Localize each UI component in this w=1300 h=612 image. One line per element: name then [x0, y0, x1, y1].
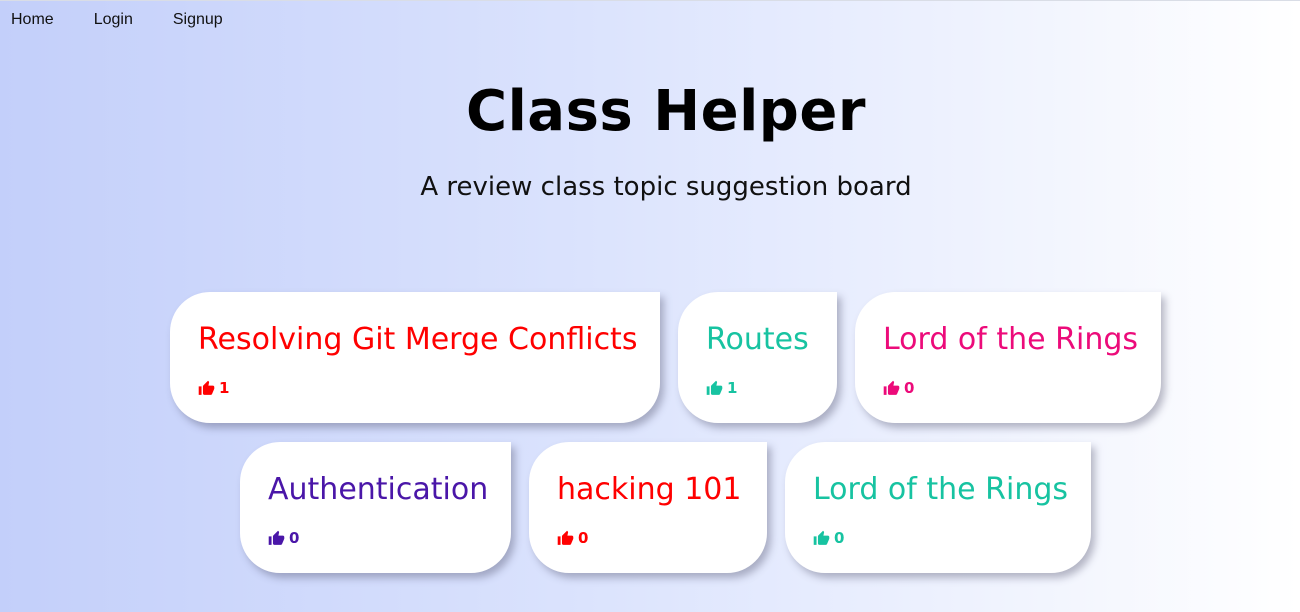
nav-login-link[interactable]: Login: [94, 11, 133, 29]
thumbs-up-icon[interactable]: [813, 530, 830, 547]
topic-title: Lord of the Rings: [813, 472, 1069, 507]
nav-home-link[interactable]: Home: [11, 11, 54, 29]
topic-card[interactable]: Routes 1: [678, 292, 837, 423]
topic-card[interactable]: Resolving Git Merge Conflicts 1: [170, 292, 660, 423]
thumbs-up-icon[interactable]: [557, 530, 574, 547]
page-title: Class Helper: [466, 79, 866, 144]
topic-title: Lord of the Rings: [883, 322, 1139, 357]
vote-count[interactable]: 0: [268, 529, 299, 547]
vote-count[interactable]: 1: [706, 379, 737, 397]
top-nav: Home Login Signup: [11, 11, 263, 29]
page-subtitle: A review class topic suggestion board: [420, 172, 912, 202]
thumbs-up-icon[interactable]: [268, 530, 285, 547]
vote-number: 1: [219, 379, 230, 397]
topic-title: Routes: [706, 322, 809, 357]
topic-card[interactable]: Authentication 0: [240, 442, 511, 573]
thumbs-up-icon[interactable]: [883, 380, 900, 397]
vote-number: 0: [834, 529, 845, 547]
vote-number: 0: [578, 529, 589, 547]
vote-count[interactable]: 0: [813, 529, 844, 547]
nav-signup-link[interactable]: Signup: [173, 11, 223, 29]
vote-count[interactable]: 0: [883, 379, 914, 397]
vote-count[interactable]: 0: [557, 529, 588, 547]
topic-title: hacking 101: [557, 472, 742, 507]
topic-card[interactable]: Lord of the Rings 0: [785, 442, 1091, 573]
topic-card[interactable]: hacking 101 0: [529, 442, 767, 573]
topic-card[interactable]: Lord of the Rings 0: [855, 292, 1161, 423]
thumbs-up-icon[interactable]: [198, 380, 215, 397]
vote-number: 0: [904, 379, 915, 397]
topic-title: Resolving Git Merge Conflicts: [198, 322, 638, 357]
vote-number: 0: [289, 529, 300, 547]
vote-count[interactable]: 1: [198, 379, 229, 397]
thumbs-up-icon[interactable]: [706, 380, 723, 397]
vote-number: 1: [727, 379, 738, 397]
topic-title: Authentication: [268, 472, 489, 507]
